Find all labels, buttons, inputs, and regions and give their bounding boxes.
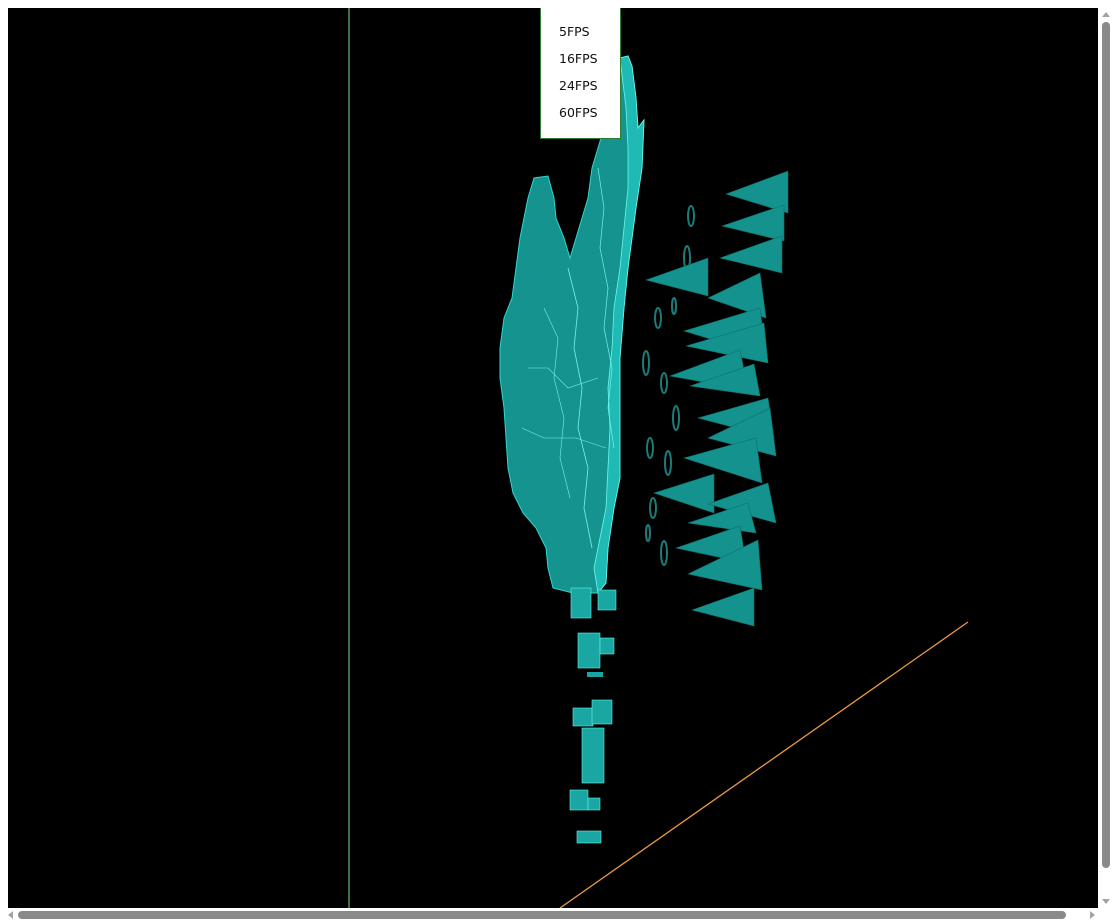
extruded-map-mesh: [499, 55, 645, 844]
horizontal-scrollbar[interactable]: [8, 908, 1099, 923]
fps-option-16[interactable]: 16FPS: [541, 45, 620, 72]
scene-svg: [348, 8, 969, 908]
scroll-up-arrow-icon[interactable]: [1102, 12, 1110, 17]
scroll-down-arrow-icon[interactable]: [1102, 899, 1110, 904]
fps-option-60[interactable]: 60FPS: [541, 99, 620, 126]
3d-viewport-canvas[interactable]: 5FPS 16FPS 24FPS 60FPS: [8, 8, 1098, 908]
z-axis-line: [559, 621, 969, 908]
vertical-scroll-thumb[interactable]: [1102, 22, 1110, 868]
horizontal-scroll-thumb[interactable]: [18, 911, 1066, 919]
fps-option-24[interactable]: 24FPS: [541, 72, 620, 99]
fps-dropdown-menu: 5FPS 16FPS 24FPS 60FPS: [540, 8, 621, 139]
fps-option-5[interactable]: 5FPS: [541, 18, 620, 45]
scrollbar-corner: [1099, 908, 1114, 924]
scroll-left-arrow-icon[interactable]: [8, 911, 13, 919]
scroll-right-arrow-icon[interactable]: [1090, 911, 1095, 919]
marker-rings: [642, 205, 695, 566]
vertical-scrollbar[interactable]: [1099, 8, 1114, 908]
